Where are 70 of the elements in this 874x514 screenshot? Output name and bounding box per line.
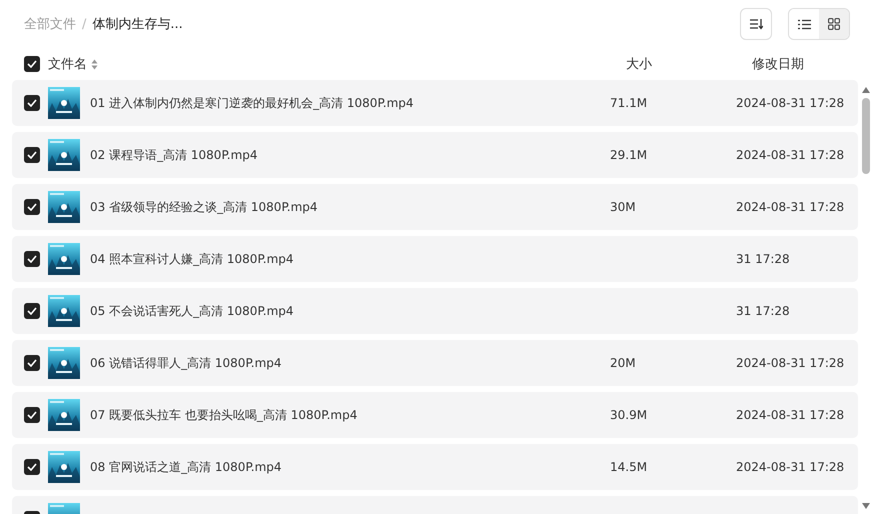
file-row[interactable]: 01 进入体制内仍然是寒门逆袭的最好机会_高清 1080P.mp4 71.1M 2024-08-31 17:28	[12, 80, 858, 126]
grid-icon	[828, 18, 840, 30]
row-checkbox[interactable]	[24, 251, 40, 267]
column-header[interactable]: 修改日期	[752, 55, 840, 73]
file-size: 71.1M	[610, 96, 648, 110]
file-name: 05 不会说话害死人_高清 1080P.mp4	[90, 302, 294, 320]
file-size: 30.9M	[610, 408, 648, 422]
scroll-up-icon[interactable]	[861, 86, 871, 94]
file-name: 02 课程导语_高清 1080P.mp4	[90, 146, 258, 164]
grid-view-button[interactable]	[819, 9, 849, 39]
sort-arrows-icon[interactable]	[91, 58, 98, 70]
check-icon	[27, 151, 37, 159]
file-name: 03 省级领导的经验之谈_高清 1080P.mp4	[90, 198, 318, 216]
file-row[interactable]: 08 官网说话之道_高清 1080P.mp4 14.5M 2024-08-31 17:28	[12, 444, 858, 490]
modified-date: 2024-08-31 17:28	[736, 148, 846, 162]
check-icon	[27, 255, 37, 263]
video-thumbnail	[48, 451, 80, 483]
modified-date: 2024-08-31 17:28	[736, 356, 846, 370]
row-checkbox[interactable]	[24, 199, 40, 215]
file-name: 04 照本宣科讨人嫌_高清 1080P.mp4	[90, 250, 294, 268]
scroll-down-icon[interactable]	[861, 502, 871, 510]
list-icon	[798, 18, 810, 30]
file-size: 20M	[610, 356, 637, 370]
video-thumbnail	[48, 295, 80, 327]
file-row[interactable]: 02 课程导语_高清 1080P.mp4 29.1M 2024-08-31 17:28	[12, 132, 858, 178]
modified-date: 31 17:28	[736, 304, 791, 318]
modified-date: 2024-08-31 17:28	[736, 200, 846, 214]
check-icon	[27, 203, 37, 211]
file-size: 14.5M	[610, 460, 648, 474]
select-all-checkbox[interactable]	[24, 56, 40, 72]
breadcrumb-separator: /	[82, 16, 86, 32]
check-icon	[27, 411, 37, 419]
file-name: 01 进入体制内仍然是寒门逆袭的最好机会_高清 1080P.mp4	[90, 94, 414, 112]
video-thumbnail	[48, 191, 80, 223]
file-name: 07 既要低头拉车 也要抬头吆喝_高清 1080P.mp4	[90, 406, 358, 424]
modified-date: 2024-08-31 17:28	[736, 460, 846, 474]
file-name: 08 官网说话之道_高清 1080P.mp4	[90, 458, 282, 476]
video-thumbnail	[48, 347, 80, 379]
video-thumbnail	[48, 243, 80, 275]
column-header[interactable]: 大小	[626, 55, 752, 73]
row-checkbox[interactable]	[24, 303, 40, 319]
column-header[interactable]: 文件名	[48, 55, 87, 73]
sort-button[interactable]	[740, 8, 772, 40]
breadcrumb-item: 体制内生存与...	[92, 16, 183, 33]
video-thumbnail	[48, 139, 80, 171]
row-checkbox[interactable]	[24, 355, 40, 371]
sort-icon	[749, 18, 763, 30]
row-checkbox[interactable]	[24, 147, 40, 163]
modified-date: 31 17:28	[736, 252, 791, 266]
file-row[interactable]: 03 省级领导的经验之谈_高清 1080P.mp4 30M 2024-08-31 17:28	[12, 184, 858, 230]
video-thumbnail	[48, 87, 80, 119]
check-icon	[27, 359, 37, 367]
row-checkbox[interactable]	[24, 459, 40, 475]
file-name: 06 说错话得罪人_高清 1080P.mp4	[90, 354, 282, 372]
check-icon	[27, 99, 37, 107]
file-row[interactable]: 04 照本宣科讨人嫌_高清 1080P.mp4 31 17:28	[12, 236, 858, 282]
video-thumbnail	[48, 399, 80, 431]
scrollbar-thumb[interactable]	[862, 98, 870, 174]
row-checkbox[interactable]	[24, 407, 40, 423]
row-checkbox[interactable]	[24, 95, 40, 111]
check-icon	[27, 463, 37, 471]
file-row[interactable]: 05 不会说话害死人_高清 1080P.mp4 31 17:28	[12, 288, 858, 334]
file-size: 29.1M	[610, 148, 648, 162]
file-size: 30M	[610, 200, 637, 214]
modified-date: 2024-08-31 17:28	[736, 96, 846, 110]
file-row[interactable]: 06 说错话得罪人_高清 1080P.mp4 20M 2024-08-31 17:28	[12, 340, 858, 386]
modified-date: 2024-08-31 17:28	[736, 408, 846, 422]
check-icon	[27, 307, 37, 315]
file-row[interactable]: 07 既要低头拉车 也要抬头吆喝_高清 1080P.mp4 30.9M 2024-08-31 17:28	[12, 392, 858, 438]
check-icon	[27, 60, 37, 68]
